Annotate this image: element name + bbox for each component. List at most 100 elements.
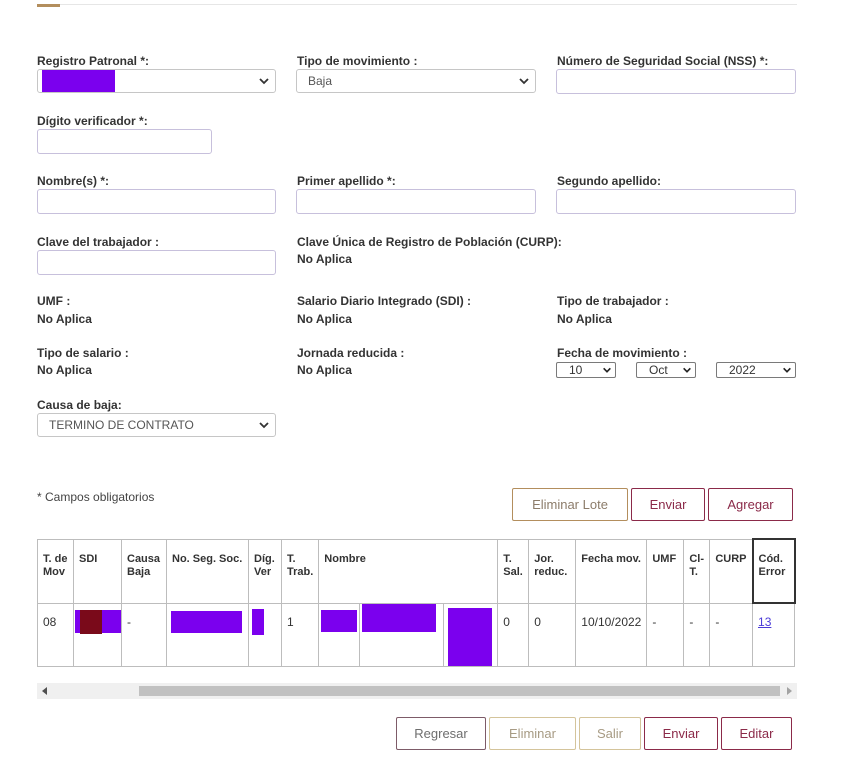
tipo-movimiento-select[interactable]: Baja	[296, 69, 536, 93]
cell-curp: -	[709, 602, 754, 667]
jornada-reducida-value: No Aplica	[297, 363, 352, 377]
regresar-button[interactable]: Regresar	[396, 717, 486, 750]
top-divider	[37, 4, 797, 5]
th-t-sal: T. Sal.	[497, 538, 530, 604]
fecha-movimiento-label: Fecha de movimiento :	[557, 346, 688, 360]
th-sdi: SDI	[73, 538, 122, 604]
cell-causa-baja: -	[121, 602, 167, 667]
cell-nss	[166, 602, 249, 667]
clave-trabajador-input[interactable]	[37, 250, 276, 275]
segundo-apellido-label: Segundo apellido:	[557, 174, 661, 188]
nombre-input[interactable]	[37, 189, 276, 214]
th-curp: CURP	[709, 538, 754, 604]
tipo-trabajador-label: Tipo de trabajador :	[557, 294, 669, 308]
th-fecha-mov: Fecha mov.	[575, 538, 648, 604]
primer-apellido-input[interactable]	[296, 189, 536, 214]
agregar-button[interactable]: Agregar	[708, 488, 793, 521]
required-fields-note: * Campos obligatorios	[37, 490, 155, 504]
digito-verificador-label: Dígito verificador *:	[37, 114, 148, 128]
fecha-month-value: Oct	[649, 363, 668, 377]
scroll-right-arrow-icon[interactable]	[787, 687, 792, 695]
cell-umf: -	[646, 602, 685, 667]
redacted-block	[448, 607, 493, 666]
scroll-left-arrow-icon[interactable]	[42, 687, 47, 695]
chevron-down-icon	[259, 422, 269, 429]
th-jor-reduc: Jor. reduc.	[528, 538, 577, 604]
cell-sdi	[73, 602, 122, 667]
fecha-year-value: 2022	[729, 363, 756, 377]
clave-trabajador-label: Clave del trabajador :	[37, 235, 160, 249]
editar-button[interactable]: Editar	[721, 717, 792, 750]
tipo-movimiento-label: Tipo de movimiento :	[297, 54, 418, 68]
th-t-trab: T. Trab.	[280, 538, 320, 604]
tipo-salario-label: Tipo de salario :	[37, 346, 129, 360]
fecha-month-select[interactable]: Oct	[636, 362, 696, 378]
curp-value: No Aplica	[297, 252, 352, 266]
cell-nombre-2	[359, 602, 445, 667]
chevron-down-icon	[683, 367, 691, 373]
causa-baja-select[interactable]: TERMINO DE CONTRATO	[37, 413, 276, 437]
redacted-block	[362, 603, 437, 632]
th-nombre: Nombre	[318, 538, 499, 604]
table-row: 08 - 1 0 0 10/10/2022 - - - 13	[37, 602, 796, 667]
enviar-lote-button[interactable]: Enviar	[631, 488, 705, 521]
cell-dig-ver	[248, 602, 282, 667]
digito-verificador-input[interactable]	[37, 129, 212, 154]
fecha-day-select[interactable]: 10	[556, 362, 616, 378]
cell-fecha-mov: 10/10/2022	[575, 602, 648, 667]
redacted-block	[80, 609, 102, 634]
chevron-down-icon	[259, 78, 269, 85]
fecha-year-select[interactable]: 2022	[716, 362, 796, 378]
redacted-block	[42, 70, 115, 92]
th-causa-baja: Causa Baja	[121, 538, 167, 604]
cell-jor-reduc: 0	[528, 602, 577, 667]
fecha-day-value: 10	[569, 363, 583, 377]
redacted-block	[252, 608, 264, 635]
curp-label: Clave Única de Registro de Población (CU…	[297, 235, 562, 249]
table-header-row: T. de Mov SDI Causa Baja No. Seg. Soc. D…	[37, 538, 796, 604]
sdi-value: No Aplica	[297, 312, 352, 326]
segundo-apellido-input[interactable]	[556, 189, 796, 214]
cell-cl-t: -	[683, 602, 711, 667]
cell-t-mov: 08	[37, 602, 74, 667]
eliminar-lote-button[interactable]: Eliminar Lote	[512, 488, 628, 521]
th-umf: UMF	[646, 538, 685, 604]
primer-apellido-label: Primer apellido *:	[297, 174, 396, 188]
registro-patronal-label: Registro Patronal *:	[37, 54, 150, 68]
nss-label: Número de Seguridad Social (NSS) *:	[557, 54, 769, 68]
nss-input[interactable]	[556, 69, 796, 94]
redacted-block	[171, 610, 242, 633]
chevron-down-icon	[603, 367, 611, 373]
th-nss: No. Seg. Soc.	[166, 538, 249, 604]
scrollbar-thumb[interactable]	[139, 686, 780, 696]
umf-label: UMF :	[37, 294, 71, 308]
nombre-label: Nombre(s) *:	[37, 174, 110, 188]
cell-nombre-3	[443, 602, 499, 667]
movimientos-table: T. de Mov SDI Causa Baja No. Seg. Soc. D…	[37, 538, 796, 667]
sdi-label: Salario Diario Integrado (SDI) :	[297, 294, 472, 308]
th-cod-error: Cód. Error	[751, 538, 796, 604]
tipo-salario-value: No Aplica	[37, 363, 92, 377]
cell-t-trab: 1	[280, 602, 320, 667]
tipo-trabajador-value: No Aplica	[557, 312, 612, 326]
eliminar-button[interactable]: Eliminar	[489, 717, 576, 750]
causa-baja-label: Causa de baja:	[37, 398, 122, 412]
chevron-down-icon	[519, 78, 529, 85]
enviar-button[interactable]: Enviar	[644, 717, 718, 750]
redacted-block	[321, 609, 358, 632]
causa-baja-value: TERMINO DE CONTRATO	[49, 418, 194, 432]
top-accent-bar	[37, 4, 60, 7]
th-t-mov: T. de Mov	[37, 538, 74, 604]
tipo-movimiento-value: Baja	[308, 74, 333, 88]
chevron-down-icon	[783, 367, 791, 373]
cell-nombre-1	[318, 602, 361, 667]
cell-t-sal: 0	[497, 602, 530, 667]
th-cl-t: Cl-T.	[683, 538, 711, 604]
error-code-link[interactable]: 13	[758, 615, 771, 629]
cell-cod-error: 13	[752, 602, 796, 667]
registro-patronal-select[interactable]	[37, 69, 276, 93]
jornada-reducida-label: Jornada reducida :	[297, 346, 405, 360]
salir-button[interactable]: Salir	[579, 717, 641, 750]
umf-value: No Aplica	[37, 312, 92, 326]
th-dig-ver: Díg. Ver	[248, 538, 282, 604]
